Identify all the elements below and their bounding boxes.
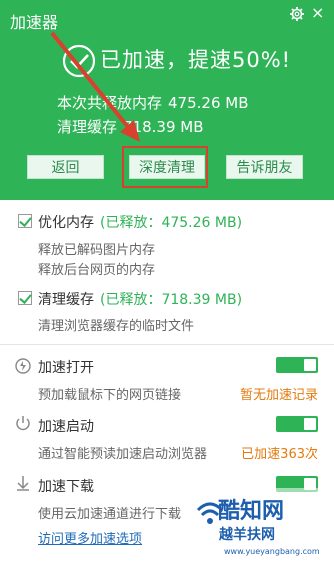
- optimize-memory-checkbox[interactable]: [18, 214, 32, 228]
- toggle-knob: [304, 418, 316, 430]
- accelerate-open-title: 加速打开: [38, 360, 94, 376]
- feature-description: 预加载鼠标下的网页链接: [38, 388, 182, 403]
- option-title: 清理缓存: [38, 292, 94, 308]
- lightning-icon: [15, 358, 31, 374]
- feature-description: 通过智能预读加速启动浏览器: [38, 447, 208, 462]
- optimize-memory-option: 优化内存 (已释放：475.26 MB): [38, 212, 242, 232]
- check-circle-icon: [62, 44, 96, 78]
- app-title: 加速器: [10, 13, 59, 32]
- watermark-subtext: 越羊扶网: [219, 527, 275, 543]
- back-button[interactable]: 返回: [27, 155, 104, 179]
- close-icon[interactable]: ×: [311, 4, 324, 22]
- memory-released-stat: 本次共释放内存 475.26 MB: [57, 92, 249, 113]
- stat-value: 718.39 MB: [123, 118, 204, 136]
- option-description: 清理浏览器缓存的临时文件: [38, 319, 195, 334]
- header-panel: 加速器 × 已加速，提速50%! 本次共释放内存 475.26 MB 清理缓存 71…: [0, 0, 334, 200]
- stat-label: 本次共释放内存: [57, 94, 163, 112]
- power-icon: [16, 416, 30, 431]
- option-description: 释放已解码图片内存: [38, 243, 156, 258]
- option-description: 释放后台网页的内存: [38, 263, 156, 278]
- accelerate-startup-toggle[interactable]: [276, 416, 318, 432]
- stat-value: 475.26 MB: [168, 94, 249, 112]
- accelerate-open-toggle[interactable]: [276, 357, 318, 373]
- released-amount: (已释放：718.39 MB): [100, 292, 243, 308]
- toggle-knob: [304, 359, 316, 371]
- share-button[interactable]: 告诉朋友: [226, 155, 303, 179]
- more-options-link[interactable]: 访问更多加速选项: [38, 528, 142, 547]
- cache-cleaned-stat: 清理缓存 718.39 MB: [57, 116, 204, 137]
- option-title: 优化内存: [38, 215, 94, 231]
- divider: [0, 344, 334, 345]
- clear-cache-option: 清理缓存 (已释放：718.39 MB): [38, 289, 242, 309]
- accelerate-open-status: 暂无加速记录: [239, 388, 318, 403]
- feature-description: 使用云加速通道进行下载: [38, 507, 182, 522]
- clear-cache-checkbox[interactable]: [18, 291, 32, 305]
- speedup-headline: 已加速，提速50%!: [100, 48, 292, 72]
- watermark-text: 酷知网: [218, 499, 285, 524]
- watermark-url: www.yueyangbang.com: [224, 547, 320, 556]
- download-icon: [17, 476, 29, 491]
- accelerate-startup-title: 加速启动: [38, 419, 94, 435]
- accelerate-startup-status: 已加速363次: [241, 447, 318, 462]
- stat-label: 清理缓存: [57, 118, 118, 136]
- released-amount: (已释放：475.26 MB): [100, 215, 243, 231]
- accelerate-download-title: 加速下载: [38, 479, 94, 495]
- highlight-box: [122, 146, 208, 188]
- gear-icon[interactable]: [289, 6, 305, 22]
